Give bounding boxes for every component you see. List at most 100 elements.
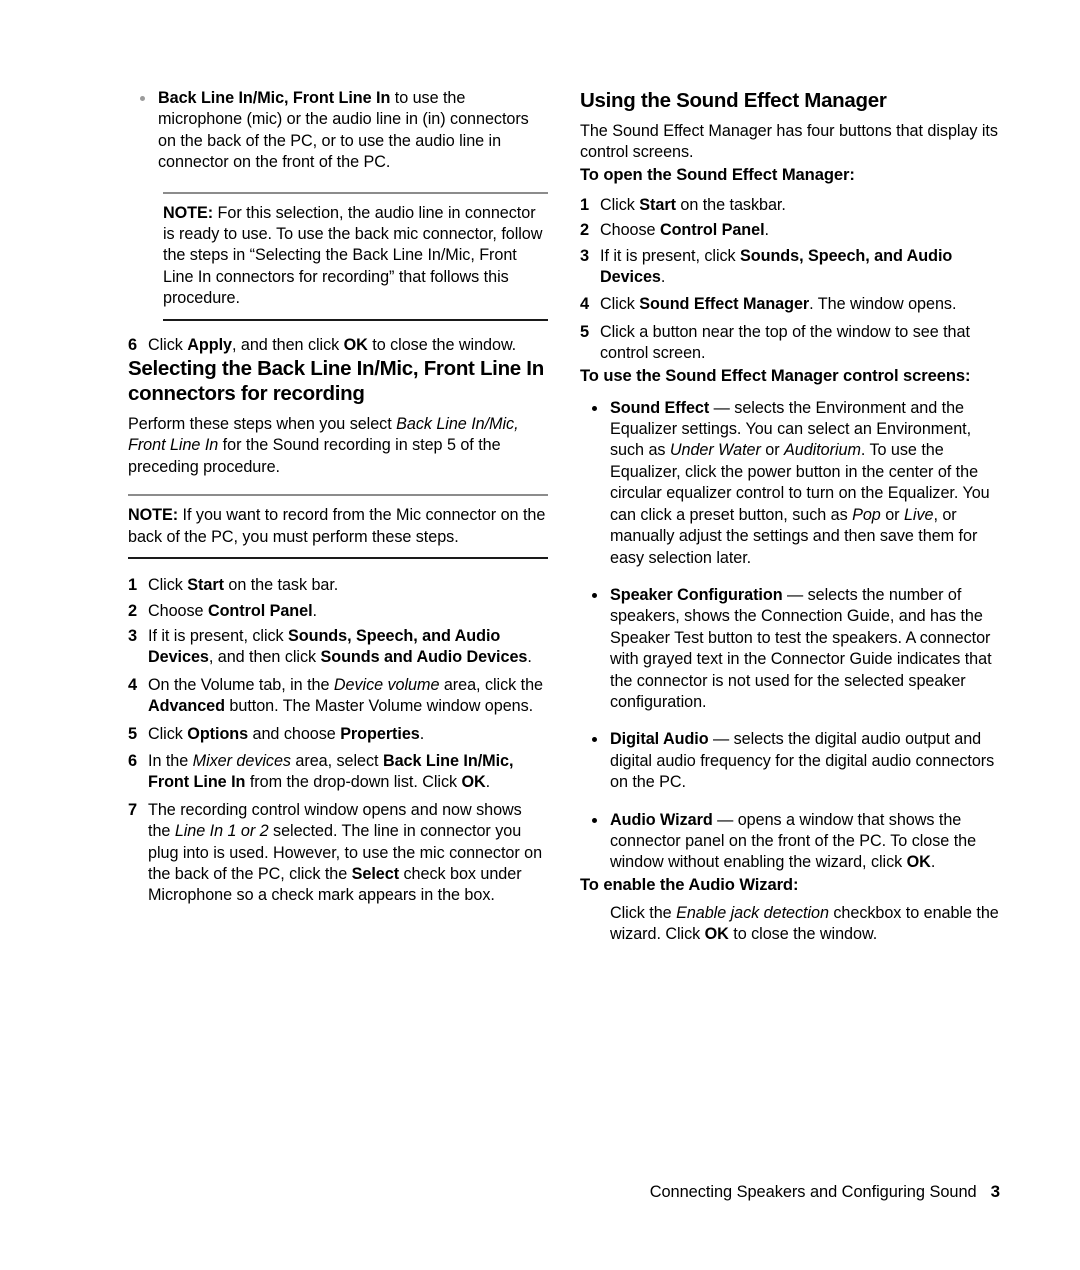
note-1-body: NOTE: For this selection, the audio line…: [163, 194, 548, 319]
audio-wizard-enable-text: Click the Enable jack detection checkbox…: [610, 903, 1000, 946]
step-6: 6 In the Mixer devices area, select Back…: [128, 751, 548, 794]
bullet-sound-effect-p4: or: [880, 505, 904, 524]
bullet-sound-effect: Sound Effect — selects the Environment a…: [580, 398, 1000, 569]
step-1-number: 1: [128, 576, 138, 595]
note-box-2: NOTE: If you want to record from the Mic…: [128, 494, 548, 560]
step-3-part3: .: [527, 648, 532, 667]
subheading-to-enable-audio-wizard: To enable the Audio Wizard:: [580, 874, 799, 894]
step-5-part3: .: [419, 724, 425, 743]
note-1-bottom-rule: [163, 318, 548, 321]
bullet-digital-audio-dash: —: [708, 730, 734, 749]
bullet-sound-effect-i4: Live: [903, 505, 934, 524]
right-column: Using the Sound Effect Manager The Sound…: [580, 88, 1000, 946]
open-step-3-number: 3: [580, 246, 590, 265]
step-6-part1: In the: [148, 751, 193, 770]
step-6-italic1: Mixer devices: [192, 751, 291, 770]
open-step-3: 3 If it is present, click Sounds, Speech…: [580, 246, 1000, 289]
subheading-to-use-control-screens: To use the Sound Effect Manager control …: [580, 365, 971, 385]
step-4-part2: area, click the: [439, 675, 543, 694]
step-4-part3: button. The Master Volume window opens.: [224, 697, 534, 716]
step-4: 4 On the Volume tab, in the Device volum…: [128, 675, 548, 718]
note-2-body: NOTE: If you want to record from the Mic…: [128, 496, 548, 557]
step-apply-part3: to close the window.: [367, 335, 517, 354]
bullet-digital-audio-label: Digital Audio: [610, 730, 709, 749]
left-column: Back Line In/Mic, Front Line In to use t…: [128, 88, 548, 907]
step-4-number: 4: [128, 675, 138, 694]
subheading-to-open: To open the Sound Effect Manager:: [580, 164, 855, 184]
section-heading-selecting: Selecting the Back Line In/Mic, Front Li…: [128, 357, 544, 406]
step-5-bold2: Properties: [340, 724, 420, 743]
bullet-speaker-configuration: Speaker Configuration — selects the numb…: [580, 585, 1000, 713]
open-step-5-number: 5: [580, 322, 590, 341]
open-step-4: 4 Click Sound Effect Manager. The window…: [580, 294, 1000, 315]
step-7-number: 7: [128, 800, 138, 819]
step-5: 5 Click Options and choose Properties.: [128, 724, 548, 745]
bullet-audio-wizard: Audio Wizard — opens a window that shows…: [580, 810, 1000, 874]
bullet-back-line-in: Back Line In/Mic, Front Line In to use t…: [128, 88, 548, 174]
bullet-speaker-configuration-label: Speaker Configuration: [610, 585, 783, 604]
step-7: 7 The recording control window opens and…: [128, 800, 548, 907]
bullet-audio-wizard-p2: .: [930, 853, 936, 872]
open-step-4-part1: Click: [600, 295, 640, 314]
open-step-1-bold1: Start: [639, 195, 676, 214]
footer-chapter-title: Connecting Speakers and Configuring Soun…: [649, 1183, 977, 1201]
open-step-2-part2: .: [764, 221, 770, 240]
open-steps-list: 1 Click Start on the taskbar. 2 Choose C…: [580, 195, 1000, 365]
bullet-audio-wizard-label: Audio Wizard: [610, 810, 713, 829]
bullet-sound-effect-dash: —: [709, 398, 735, 417]
step-4-part1: On the Volume tab, in the: [148, 675, 334, 694]
sound-effect-manager-intro: The Sound Effect Manager has four button…: [580, 122, 998, 162]
bullet-audio-wizard-dash: —: [712, 810, 738, 829]
open-step-3-part1: If it is present, click: [600, 246, 741, 265]
bullet-speaker-configuration-dash: —: [782, 585, 808, 604]
open-step-5-part1: Click a button near the top of the windo…: [600, 322, 970, 363]
section-heading-using-sound-effect-manager: Using the Sound Effect Manager: [580, 89, 887, 112]
step-1-part2: on the task bar.: [223, 576, 339, 595]
open-step-3-part2: .: [660, 268, 666, 287]
note-2-bottom-rule: [128, 557, 548, 560]
audio-wizard-enable-p3: to close the window.: [728, 925, 878, 944]
step-3-number: 3: [128, 626, 138, 645]
open-step-2-number: 2: [580, 221, 590, 240]
step-1-bold1: Start: [187, 576, 224, 595]
open-step-1: 1 Click Start on the taskbar.: [580, 195, 1000, 216]
bullet-sound-effect-p2: or: [760, 441, 785, 460]
step-apply-number: 6: [128, 335, 138, 354]
bullet-dot-icon: [592, 737, 597, 743]
note-box-1: NOTE: For this selection, the audio line…: [163, 191, 548, 321]
open-step-1-number: 1: [580, 195, 590, 214]
step-2: 2 Choose Control Panel.: [128, 601, 548, 622]
bullet-dot-icon: [592, 592, 597, 598]
selecting-intro-paragraph: Perform these steps when you select Back…: [128, 414, 548, 478]
step-apply-bold2: OK: [343, 335, 368, 354]
open-step-1-part2: on the taskbar.: [675, 195, 786, 214]
step-6-part3: from the drop-down list. Click: [245, 773, 462, 792]
step-5-part1: Click: [148, 724, 188, 743]
bullet-dot-icon: [140, 96, 145, 101]
step-6-part2: area, select: [290, 751, 383, 770]
note-1-label: NOTE:: [163, 203, 214, 222]
note-2-text: If you want to record from the Mic conne…: [128, 506, 546, 546]
step-3-bold2: Sounds and Audio Devices: [320, 648, 528, 667]
step-3: 3 If it is present, click Sounds, Speech…: [128, 626, 548, 669]
open-step-4-bold1: Sound Effect Manager: [639, 295, 810, 314]
document-page: Back Line In/Mic, Front Line In to use t…: [0, 0, 1080, 1270]
step-apply: 6 Click Apply, and then click OK to clos…: [128, 335, 548, 356]
step-2-part2: .: [312, 601, 318, 620]
step-6-part4: .: [485, 773, 491, 792]
step-3-part2: , and then click: [208, 648, 321, 667]
note-1-text: For this selection, the audio line in co…: [163, 203, 543, 308]
page-footer: Connecting Speakers and Configuring Soun…: [580, 1182, 1000, 1202]
audio-wizard-enable-b1: OK: [704, 925, 729, 944]
bullet-sound-effect-i1: Under Water: [669, 441, 761, 460]
step-2-part1: Choose: [148, 601, 208, 620]
bullet-dot-icon: [592, 405, 597, 411]
step-6-bold2: OK: [461, 773, 486, 792]
bullet-sound-effect-label: Sound Effect: [610, 398, 710, 417]
footer-page-number: 3: [990, 1182, 1000, 1201]
bullet-digital-audio: Digital Audio — selects the digital audi…: [580, 729, 1000, 793]
step-5-bold1: Options: [187, 724, 249, 743]
step-5-part2: and choose: [248, 724, 341, 743]
open-step-1-part1: Click: [600, 195, 640, 214]
audio-wizard-enable-p1: Click the: [610, 903, 677, 922]
